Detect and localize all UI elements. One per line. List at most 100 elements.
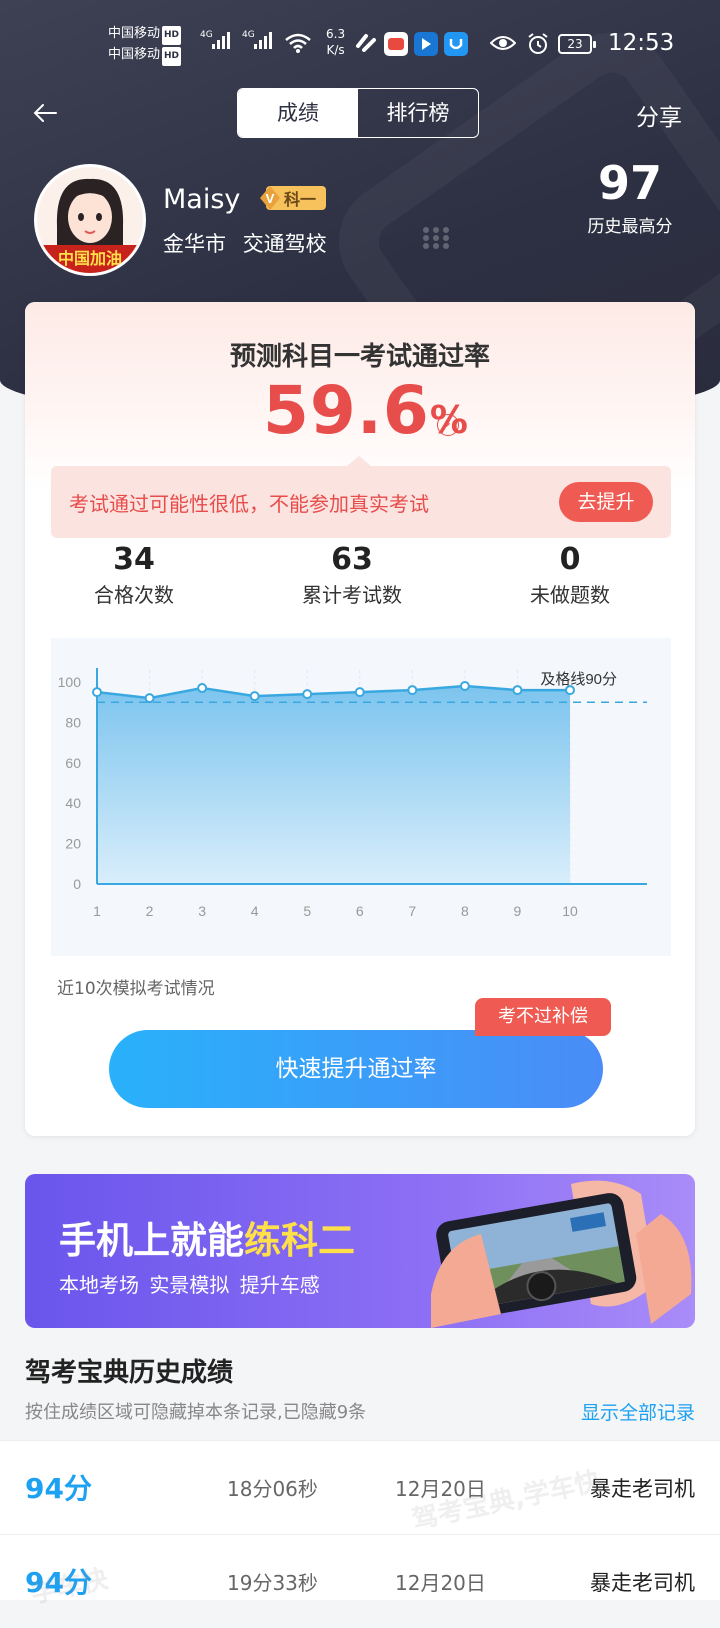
warning-text: 考试通过可能性很低，不能参加真实考试 <box>69 492 429 516</box>
history-list: 94分 18分06秒 12月20日 暴走老司机 94分 19分33秒 12月20… <box>0 1440 720 1610</box>
data-point <box>197 683 208 694</box>
data-point <box>354 687 365 698</box>
location: 金华市 交通驾校 <box>163 228 327 258</box>
avatar[interactable]: 中国加油 <box>34 164 146 276</box>
stat-undone: 0 未做题数 <box>470 542 670 608</box>
history-hint: 按住成绩区域可隐藏掉本条记录,已隐藏9条 <box>25 1402 367 1423</box>
compensation-tag: 考不过补偿 <box>475 998 611 1036</box>
data-point <box>302 689 313 700</box>
x-tick-label: 1 <box>93 903 101 919</box>
banner-title-prefix: 手机上就能 <box>59 1219 244 1262</box>
history-date: 12月20日 <box>395 1477 486 1501</box>
threshold-label: 及格线90分 <box>540 671 617 688</box>
app-notification-icon <box>414 32 438 56</box>
carrier-info: 中国移动 HD 中国移动 HD <box>108 24 182 66</box>
stat-label: 累计考试数 <box>302 583 402 607</box>
history-duration: 19分33秒 <box>227 1571 318 1595</box>
score-chart-svg: 0 20 40 60 80 100 及格线90分 1 2 3 4 5 6 7 8 9 10 <box>58 668 647 919</box>
battery-icon: 23 <box>558 34 596 54</box>
x-tick-label: 4 <box>251 903 259 919</box>
network-speed: 6.3 K/s <box>326 26 345 58</box>
status-bar: 中国移动 HD 中国移动 HD 4G 4G 6.3 K/s 23 12:53 <box>0 18 720 78</box>
best-score-label: 历史最高分 <box>587 217 673 237</box>
app-notification-icon <box>444 32 468 56</box>
stat-label: 合格次数 <box>94 583 174 607</box>
promo-banner[interactable]: 手机上就能练科二 本地考场 实景模拟 提升车感 <box>25 1174 695 1328</box>
signal-icon <box>212 32 230 49</box>
score-area <box>97 686 570 884</box>
subject-badge-label: 科一 <box>284 190 317 209</box>
history-title-label: 暴走老司机 <box>590 1571 695 1595</box>
phone-driving-illustration <box>431 1180 692 1328</box>
history-title: 驾考宝典历史成绩 <box>25 1358 234 1388</box>
data-point <box>565 685 575 696</box>
improve-button[interactable]: 去提升 <box>559 482 653 522</box>
data-point <box>144 693 155 704</box>
stat-value: 0 <box>559 542 581 577</box>
back-arrow-icon[interactable] <box>30 98 60 128</box>
avatar-caption: 中国加油 <box>57 249 122 268</box>
pass-rate: 59.6% <box>263 372 469 449</box>
app-notification-icon <box>384 32 408 56</box>
prediction-card: 预测科目一考试通过率 59.6% › 考试通过可能性很低，不能参加真实考试 去提… <box>25 302 695 1136</box>
tab-scores[interactable]: 成绩 <box>238 89 358 137</box>
chart-caption: 近10次模拟考试情况 <box>57 979 215 999</box>
data-point <box>459 681 470 692</box>
svg-text:V: V <box>266 191 275 206</box>
x-tick-label: 7 <box>408 903 416 919</box>
y-tick-label: 100 <box>58 674 82 690</box>
carrier-2: 中国移动 <box>108 47 161 62</box>
pass-rate-value: 59.6 <box>263 372 430 449</box>
chevron-right-icon[interactable]: › <box>437 414 459 436</box>
tab-switcher: 成绩 排行榜 <box>237 88 479 138</box>
speed-value: 6.3 <box>326 27 346 41</box>
y-tick-label: 60 <box>65 755 81 771</box>
history-row[interactable]: 94分 19分33秒 12月20日 暴走老司机 <box>0 1534 720 1628</box>
data-point <box>249 691 260 702</box>
x-tick-label: 5 <box>303 903 311 919</box>
x-tick-label: 9 <box>514 903 522 919</box>
subject-badge: V 科一 <box>258 184 328 212</box>
wifi-icon <box>285 33 311 53</box>
network-type-1: 4G <box>200 30 213 40</box>
best-score: 97 <box>597 156 662 210</box>
x-tick-label: 8 <box>461 903 469 919</box>
prediction-title: 预测科目一考试通过率 <box>229 342 490 372</box>
x-tick-label: 6 <box>356 903 364 919</box>
x-tick-label: 2 <box>146 903 154 919</box>
network-type-2: 4G <box>242 30 255 40</box>
carrier-1: 中国移动 <box>108 26 161 41</box>
tab-ranking[interactable]: 排行榜 <box>358 89 478 137</box>
stat-value: 34 <box>113 542 155 577</box>
hd-badge: HD <box>162 26 182 45</box>
history-score: 94分 <box>25 1566 92 1599</box>
alarm-icon <box>528 33 548 54</box>
y-tick-label: 40 <box>65 795 81 811</box>
hd-badge: HD <box>162 47 182 66</box>
history-date: 12月20日 <box>395 1571 486 1595</box>
history-score: 94分 <box>25 1472 92 1505</box>
school-name: 交通驾校 <box>242 232 327 256</box>
banner-title-highlight: 练科二 <box>244 1219 355 1262</box>
banner-title: 手机上就能练科二 <box>59 1210 355 1264</box>
signal-icon <box>254 32 272 49</box>
history-row[interactable]: 94分 18分06秒 12月20日 暴走老司机 <box>0 1440 720 1534</box>
history-duration: 18分06秒 <box>227 1477 318 1501</box>
grip-dots-icon <box>423 227 449 249</box>
stat-label: 未做题数 <box>530 583 610 607</box>
boost-pass-rate-button[interactable]: 快速提升通过率 <box>109 1030 603 1108</box>
eye-icon <box>490 36 516 50</box>
share-button[interactable]: 分享 <box>636 98 682 132</box>
warning-banner: 考试通过可能性很低，不能参加真实考试 去提升 <box>51 456 671 538</box>
username: Maisy <box>163 184 241 215</box>
score-chart: 0 20 40 60 80 100 及格线90分 1 2 3 4 5 6 7 8 9 10 <box>51 638 671 956</box>
show-all-records-link[interactable]: 显示全部记录 <box>581 1398 695 1425</box>
app-link-icon <box>356 34 376 52</box>
data-point <box>92 687 102 698</box>
x-tick-label: 10 <box>562 903 578 919</box>
speed-unit: K/s <box>326 43 345 57</box>
y-tick-label: 20 <box>65 836 81 852</box>
stat-total-exams: 63 累计考试数 <box>252 542 452 608</box>
x-tick-label: 3 <box>198 903 206 919</box>
y-tick-label: 0 <box>73 876 81 892</box>
